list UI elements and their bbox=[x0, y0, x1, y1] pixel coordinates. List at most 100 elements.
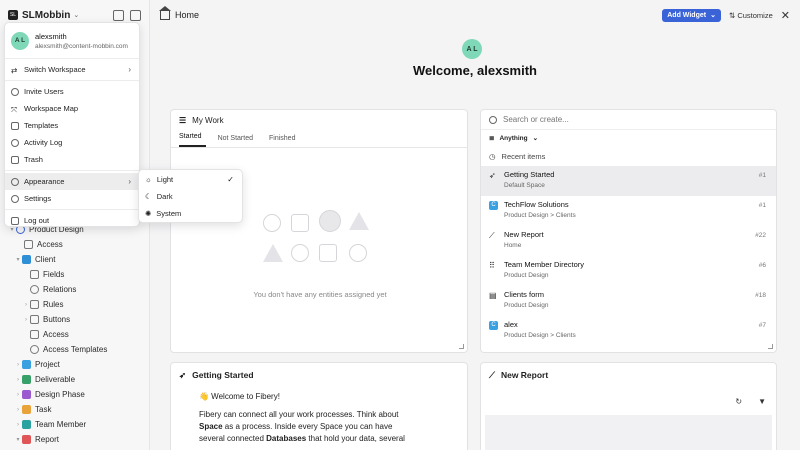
result-subtitle: Home bbox=[504, 242, 522, 249]
sun-icon: ☼ bbox=[145, 175, 152, 184]
menu-item-switch-workspace[interactable]: ⇄ Switch Workspace › bbox=[5, 61, 139, 78]
user-name: alexsmith bbox=[35, 31, 67, 41]
new-report-widget: ⟋ New Report ↻ ▼ bbox=[480, 362, 777, 450]
menu-item-label: Switch Workspace bbox=[24, 65, 86, 74]
tree-item-relations[interactable]: Relations bbox=[0, 282, 150, 297]
tree-item-client[interactable]: ▾ Client bbox=[0, 252, 150, 267]
caret-right-icon[interactable]: › bbox=[14, 422, 22, 428]
result-subtitle: Product Design > Clients bbox=[504, 212, 576, 219]
search-input[interactable] bbox=[503, 115, 743, 124]
caret-right-icon[interactable]: › bbox=[14, 392, 22, 398]
menu-item-templates[interactable]: Templates bbox=[5, 117, 139, 134]
tree-item-design-phase[interactable]: › Design Phase bbox=[0, 387, 150, 402]
caret-right-icon[interactable]: › bbox=[14, 362, 22, 368]
tree-item-rules[interactable]: › Rules bbox=[0, 297, 150, 312]
database-icon bbox=[22, 405, 31, 414]
caret-right-icon[interactable]: › bbox=[14, 377, 22, 383]
report-area bbox=[485, 415, 772, 450]
tree-item-deliverable[interactable]: › Deliverable bbox=[0, 372, 150, 387]
menu-item-invite-users[interactable]: Invite Users bbox=[5, 83, 139, 100]
recent-items-header: ◷ Recent items bbox=[481, 146, 776, 166]
menu-item-trash[interactable]: Trash bbox=[5, 151, 139, 168]
resize-handle-icon[interactable] bbox=[768, 344, 773, 349]
workspace-name[interactable]: SLMobbin bbox=[22, 10, 70, 21]
users-icon bbox=[30, 330, 39, 339]
result-number: #18 bbox=[755, 292, 766, 299]
menu-item-log-out[interactable]: Log out bbox=[5, 212, 139, 229]
resize-handle-icon[interactable] bbox=[459, 344, 464, 349]
tree-item-label: Client bbox=[35, 255, 56, 264]
sliders-icon: ⇅ bbox=[728, 10, 736, 20]
menu-item-settings[interactable]: Settings bbox=[5, 190, 139, 207]
chart-line-icon: ⟋ bbox=[489, 231, 495, 240]
list-item[interactable]: ➶ Getting Started Default Space #1 bbox=[481, 166, 776, 196]
add-widget-button[interactable]: Add Widget ⌄ bbox=[662, 8, 721, 22]
result-subtitle: Default Space bbox=[504, 182, 545, 189]
chevron-down-icon[interactable]: ⌄ bbox=[73, 11, 79, 19]
caret-right-icon[interactable]: › bbox=[22, 317, 30, 323]
clock-icon: ◷ bbox=[489, 151, 496, 161]
getting-started-text: 👋 Welcome to Fibery! Fibery can connect … bbox=[171, 387, 467, 449]
option-label: System bbox=[156, 209, 182, 218]
anything-filter[interactable]: ≣ Anything ⌄ bbox=[481, 130, 776, 146]
tree-item-label: Project bbox=[35, 360, 60, 369]
caret-down-icon[interactable]: ▾ bbox=[14, 436, 22, 443]
menu-item-appearance[interactable]: Appearance › bbox=[5, 173, 139, 190]
caret-right-icon[interactable]: › bbox=[14, 407, 22, 413]
appearance-option-light[interactable]: ☼ Light ✓ bbox=[139, 171, 242, 188]
filter-icon[interactable]: ▼ bbox=[758, 397, 766, 406]
moon-icon: ☾ bbox=[145, 192, 152, 201]
system-icon: ✺ bbox=[145, 209, 152, 218]
tree-item-access-2[interactable]: Access bbox=[0, 327, 150, 342]
menu-item-workspace-map[interactable]: ⤧ Workspace Map bbox=[5, 100, 139, 117]
list-item[interactable]: C TechFlow Solutions Product Design > Cli… bbox=[481, 196, 776, 226]
database-icon bbox=[22, 375, 31, 384]
tab-started[interactable]: Started bbox=[179, 133, 206, 147]
top-bar: Home Add Widget ⌄ ⇅ Customize ✕ bbox=[150, 0, 800, 30]
appearance-option-dark[interactable]: ☾ Dark bbox=[139, 188, 242, 205]
list-item[interactable]: C alex Product Design > Clients #7 bbox=[481, 316, 776, 346]
tree-item-label: Buttons bbox=[43, 315, 71, 324]
tree-item-team-member[interactable]: › Team Member bbox=[0, 417, 150, 432]
stack-icon: ≣ bbox=[489, 135, 495, 142]
tree-item-project[interactable]: › Project bbox=[0, 357, 150, 372]
sidebar-toggle-icon[interactable] bbox=[113, 9, 124, 21]
tree-item-fields[interactable]: Fields bbox=[0, 267, 150, 282]
result-number: #7 bbox=[758, 322, 766, 329]
tree-item-buttons[interactable]: › Buttons bbox=[0, 312, 150, 327]
list-item[interactable]: ⟋ New Report Home #22 bbox=[481, 226, 776, 256]
list-item[interactable]: ⠿ Team Member Directory Product Design #6 bbox=[481, 256, 776, 286]
tab-not-started[interactable]: Not Started bbox=[218, 135, 257, 147]
menu-item-activity-log[interactable]: Activity Log bbox=[5, 134, 139, 151]
tree-item-task[interactable]: › Task bbox=[0, 402, 150, 417]
tree-item-access-templates[interactable]: Access Templates bbox=[0, 342, 150, 357]
button-icon bbox=[30, 315, 39, 324]
filter-label: Anything bbox=[499, 134, 528, 142]
welcome-line: 👋 Welcome to Fibery! bbox=[199, 392, 280, 401]
tree-item-access[interactable]: Access bbox=[0, 237, 150, 252]
bold-space: Space bbox=[199, 422, 223, 431]
caret-right-icon[interactable]: › bbox=[22, 302, 30, 308]
customize-button[interactable]: ⇅ Customize bbox=[729, 11, 773, 20]
body-line: Fibery can connect all your work process… bbox=[199, 410, 399, 419]
client-c-icon: C bbox=[489, 321, 498, 330]
workspace-logo: SL bbox=[8, 10, 18, 20]
result-title: New Report bbox=[504, 230, 544, 239]
tab-finished[interactable]: Finished bbox=[269, 135, 299, 147]
new-page-icon[interactable] bbox=[130, 9, 141, 21]
refresh-icon[interactable]: ↻ bbox=[735, 397, 742, 406]
tree-item-report[interactable]: ▾ Report bbox=[0, 432, 150, 447]
rocket-icon: ➶ bbox=[179, 369, 187, 380]
switch-icon: ⇄ bbox=[11, 65, 18, 75]
divider bbox=[5, 209, 139, 210]
caret-down-icon[interactable]: ▾ bbox=[14, 256, 22, 263]
appearance-option-system[interactable]: ✺ System bbox=[139, 205, 242, 222]
result-subtitle: Product Design bbox=[504, 272, 549, 279]
menu-item-label: Appearance bbox=[24, 177, 65, 186]
result-title: TechFlow Solutions bbox=[504, 200, 569, 209]
client-c-icon: C bbox=[489, 201, 498, 210]
database-icon bbox=[22, 360, 31, 369]
relations-icon bbox=[30, 285, 39, 294]
close-icon[interactable]: ✕ bbox=[781, 9, 790, 22]
list-item[interactable]: ▤ Clients form Product Design #18 bbox=[481, 286, 776, 316]
